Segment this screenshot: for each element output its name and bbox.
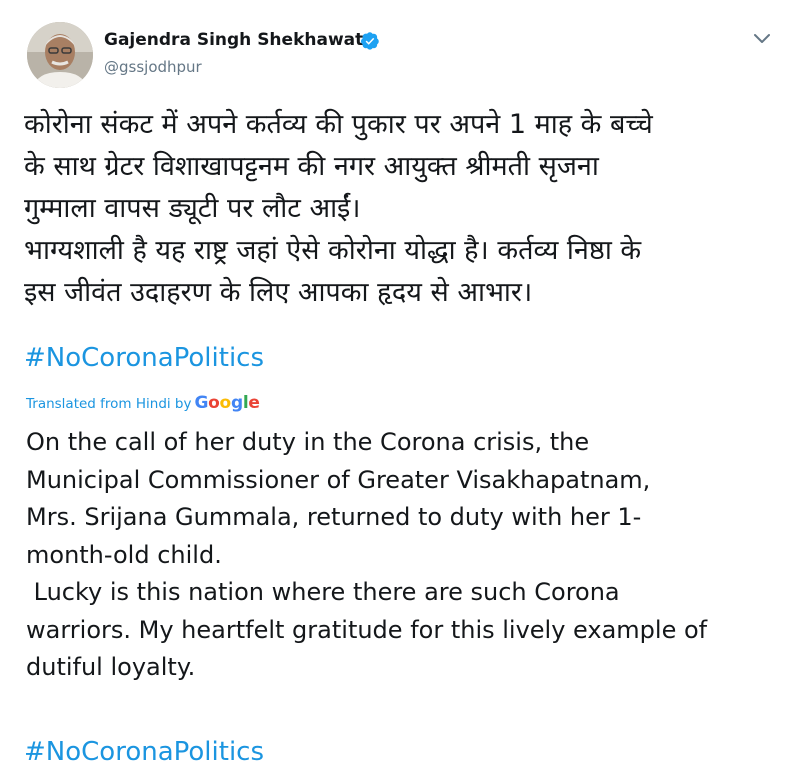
author-handle[interactable]: @gssjodhpur — [104, 58, 202, 76]
english-line: Lucky is this nation where there are suc… — [26, 578, 620, 606]
chevron-down-icon[interactable] — [752, 31, 772, 47]
hashtag-link[interactable]: #NoCoronaPolitics — [24, 343, 264, 373]
translation-label: Translated from Hindi by — [26, 396, 192, 412]
hindi-line: भाग्यशाली है यह राष्ट्र जहां ऐसे कोरोना … — [24, 235, 642, 266]
english-line: dutiful loyalty. — [26, 653, 196, 681]
english-line: Mrs. Srijana Gummala, returned to duty w… — [26, 503, 642, 531]
english-line: month-old child. — [26, 540, 222, 569]
tweet-text-english: On the call of her duty in the Corona cr… — [26, 424, 786, 687]
tweet-text-hindi: कोरोना संकट में अपने कर्तव्य की पुकार पर… — [24, 104, 794, 314]
english-line: Municipal Commissioner of Greater Visakh… — [26, 465, 651, 494]
avatar[interactable] — [27, 22, 93, 88]
avatar-image — [27, 22, 93, 88]
hindi-line: कोरोना संकट में अपने कर्तव्य की पुकार पर… — [24, 109, 653, 140]
hindi-line: गुम्माला वापस ड्यूटी पर लौट आईं। — [24, 193, 361, 224]
hindi-line: के साथ ग्रेटर विशाखापट्टनम की नगर आयुक्त… — [24, 151, 599, 182]
english-line: warriors. My heartfelt gratitude for thi… — [26, 615, 708, 644]
tweet-card: Gajendra Singh Shekhawat @gssjodhpur कोर… — [0, 0, 800, 783]
verified-badge-icon — [360, 32, 379, 50]
translation-attribution[interactable]: Translated from Hindi by Google — [26, 393, 260, 413]
english-line: On the call of her duty in the Corona cr… — [26, 428, 590, 456]
author-name[interactable]: Gajendra Singh Shekhawat — [104, 30, 363, 50]
hindi-line: इस जीवंत उदाहरण के लिए आपका हृदय से आभार… — [24, 277, 533, 308]
hashtag-link[interactable]: #NoCoronaPolitics — [24, 737, 264, 767]
google-logo: Google — [194, 393, 260, 413]
